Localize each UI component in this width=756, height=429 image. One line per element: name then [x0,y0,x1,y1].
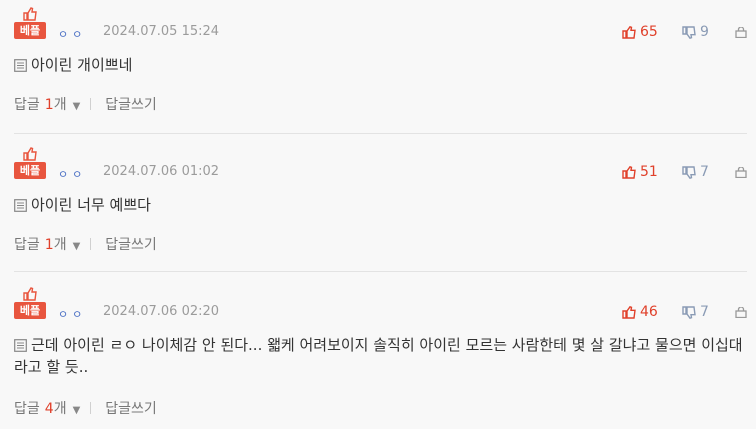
reply-count: 1 [44,97,54,113]
divider [90,98,92,110]
dislike-count: 9 [700,24,709,40]
like-count: 46 [640,304,658,320]
caret-down-icon: ▼ [72,101,81,112]
reply-count: 1 [44,237,54,253]
document-icon [14,339,27,352]
timestamp: 2024.07.05 15:24 [103,24,220,39]
best-comment-badge: 베플 [14,147,46,183]
dislike-button[interactable]: 7 [682,304,709,320]
write-reply-link[interactable]: 답글쓰기 [105,398,157,418]
dislike-button[interactable]: 7 [682,164,709,180]
caret-down-icon: ▼ [72,405,81,416]
reply-unit: 개 [53,237,67,253]
dislike-button[interactable]: 9 [682,24,709,40]
thumbs-up-icon [622,165,636,179]
document-icon [14,59,27,72]
comment-text: 아이린 너무 예쁘다 [31,196,151,214]
comment-text-row: 근데 아이린 ㄹㅇ 나이체감 안 된다... 왧케 어려보이지 솔직히 아이린 … [14,334,744,378]
thumbs-up-icon [23,287,37,301]
thumbs-up-icon [23,147,37,161]
author-name[interactable]: ㅇㅇ [58,306,86,322]
best-comment-badge: 베플 [14,287,46,323]
comment-text-row: 아이린 너무 예쁘다 [14,194,744,216]
reply-toggle[interactable]: 답글 4개 ▼ [14,398,80,418]
thumbs-up-icon [622,25,636,39]
author-name[interactable]: ㅇㅇ [58,166,86,182]
reply-toggle[interactable]: 답글 1개 ▼ [14,94,80,114]
like-count: 51 [640,164,658,180]
reply-label: 답글 [14,237,40,253]
like-button[interactable]: 46 [622,304,658,320]
badge-label: 베플 [14,162,46,179]
thumbs-up-icon [622,305,636,319]
reply-label: 답글 [14,97,40,113]
write-reply-link[interactable]: 답글쓰기 [105,94,157,114]
timestamp: 2024.07.06 02:20 [103,304,220,319]
reply-count: 4 [44,401,54,417]
comment-actions: 답글 4개 ▼ 답글쓰기 [14,398,157,418]
divider [90,402,92,414]
thumbs-down-icon [682,165,696,179]
timestamp: 2024.07.06 01:02 [103,164,220,179]
lock-icon[interactable] [735,167,747,178]
thumbs-down-icon [682,25,696,39]
like-button[interactable]: 51 [622,164,658,180]
reply-label: 답글 [14,401,40,417]
badge-label: 베플 [14,22,46,39]
comment-actions: 답글 1개 ▼ 답글쓰기 [14,234,157,254]
thumbs-down-icon [682,305,696,319]
reply-toggle[interactable]: 답글 1개 ▼ [14,234,80,254]
comment-actions: 답글 1개 ▼ 답글쓰기 [14,94,157,114]
dislike-count: 7 [700,304,709,320]
like-count: 65 [640,24,658,40]
comment-text: 근데 아이린 ㄹㅇ 나이체감 안 된다... 왧케 어려보이지 솔직히 아이린 … [14,336,743,376]
reply-unit: 개 [53,401,67,417]
comment-text-row: 아이린 개이쁘네 [14,54,744,76]
comment-divider [14,271,747,272]
comment-text: 아이린 개이쁘네 [31,56,133,74]
caret-down-icon: ▼ [72,241,81,252]
divider [90,238,92,250]
thumbs-up-icon [23,7,37,21]
best-comment-badge: 베플 [14,7,46,43]
lock-icon[interactable] [735,307,747,318]
author-name[interactable]: ㅇㅇ [58,26,86,42]
document-icon [14,199,27,212]
dislike-count: 7 [700,164,709,180]
reply-unit: 개 [53,97,67,113]
like-button[interactable]: 65 [622,24,658,40]
badge-label: 베플 [14,302,46,319]
write-reply-link[interactable]: 답글쓰기 [105,234,157,254]
comment-divider [14,133,747,134]
lock-icon[interactable] [735,27,747,38]
